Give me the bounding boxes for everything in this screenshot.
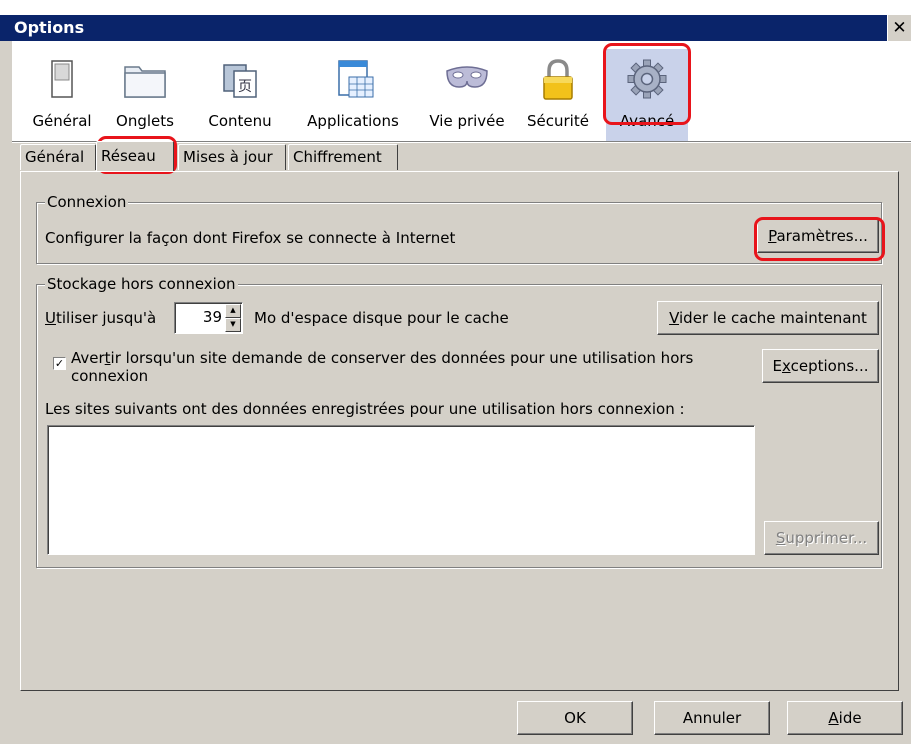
button-label: ceptions... [790,357,869,375]
close-icon: ✕ [892,18,907,38]
privacy-mask-icon [446,66,488,88]
connection-description: Configurer la façon dont Firefox se conn… [45,229,456,247]
label-text: ir lorsqu'un site demande de conserver d… [110,349,694,367]
tab-label: Réseau [101,147,156,165]
button-label: E [772,357,782,375]
exceptions-button[interactable]: Exceptions... [762,349,879,383]
warn-offline-checkbox[interactable]: ✓ [53,357,66,370]
settings-button[interactable]: Paramètres... [757,219,879,253]
cache-unit-label: Mo d'espace disque pour le cache [254,309,509,327]
tabs-icon [124,66,166,98]
button-label: aramètres... [776,227,868,245]
mnemonic: A [828,709,839,727]
connection-group-title: Connexion [45,193,129,211]
connection-group: Connexion Configurer la façon dont Firef… [36,193,882,264]
spinner-arrows: ▲ ▼ [225,304,241,332]
cache-size-spinner[interactable]: 39 ▲ ▼ [174,302,243,334]
offline-storage-title: Stockage hors connexion [45,275,238,293]
button-label: Annuler [682,709,742,727]
toolbar-item-applications[interactable]: Applications [298,41,408,141]
tab-encryption[interactable]: Chiffrement [288,144,398,170]
toolbar-item-label: Vie privée [429,112,505,130]
toolbar-item-privacy[interactable]: Vie privée [420,41,514,141]
tab-updates[interactable]: Mises à jour [178,144,286,170]
tab-general[interactable]: Général [20,144,96,170]
toolbar-item-general[interactable]: Général [28,41,96,141]
tab-label: Général [25,148,85,166]
warn-offline-label-line2: connexion [71,367,149,385]
general-icon [51,60,73,98]
button-label: OK [564,709,586,727]
mnemonic: x [782,357,791,375]
button-label: upprimer... [785,529,868,547]
content-icon: 页 [223,64,257,98]
mnemonic: U [45,309,56,327]
padlock-icon [543,59,573,100]
tab-network[interactable]: Réseau [96,141,174,171]
button-label: ide [838,709,862,727]
delete-button[interactable]: Supprimer... [764,521,879,555]
use-up-to-label: Utiliser jusqu'à [45,309,156,327]
title-bar: Options ✕ [0,15,911,41]
offline-sites-list[interactable] [47,425,755,555]
toolbar-item-advanced[interactable]: Avancé [606,41,688,141]
ok-button[interactable]: OK [517,701,633,735]
cancel-button[interactable]: Annuler [654,701,770,735]
offline-storage-group: Stockage hors connexion Utiliser jusqu'à… [36,275,882,568]
button-label: ider le cache maintenant [679,309,867,327]
spinner-up-arrow[interactable]: ▲ [225,304,241,318]
toolbar-item-security[interactable]: Sécurité [520,41,596,141]
spinner-down-arrow[interactable]: ▼ [225,318,241,332]
help-button[interactable]: Aide [787,701,903,735]
toolbar-item-label: Avancé [619,112,675,130]
clear-cache-button[interactable]: Vider le cache maintenant [657,301,879,335]
toolbar-item-label: Contenu [208,112,272,130]
tab-label: Mises à jour [183,148,273,166]
label-text: tiliser jusqu'à [55,309,157,327]
network-panel: Connexion Configurer la façon dont Firef… [20,171,899,691]
gear-icon [627,59,667,99]
toolbar-item-content[interactable]: 页 Contenu [202,41,278,141]
category-toolbar: Général Onglets 页 Contenu Applications V… [12,41,911,141]
tab-label: Chiffrement [293,148,382,166]
close-button[interactable]: ✕ [887,15,911,41]
applications-icon [338,60,374,98]
toolbar-item-label: Onglets [116,112,174,130]
offline-sites-label: Les sites suivants ont des données enreg… [45,400,685,418]
mnemonic: V [669,309,680,327]
toolbar-item-tabs[interactable]: Onglets [108,41,182,141]
toolbar-item-label: Applications [307,112,399,130]
svg-text:页: 页 [238,79,252,95]
label-text: Aver [71,349,105,367]
toolbar-item-label: Sécurité [527,112,589,130]
options-window: Options ✕ Général Onglets 页 Contenu Appl… [0,15,911,744]
toolbar-item-label: Général [32,112,92,130]
mnemonic: S [775,529,786,547]
window-title: Options [14,18,85,37]
cache-size-value: 39 [202,308,222,326]
warn-offline-label: Avertir lorsqu'un site demande de conser… [71,349,693,367]
